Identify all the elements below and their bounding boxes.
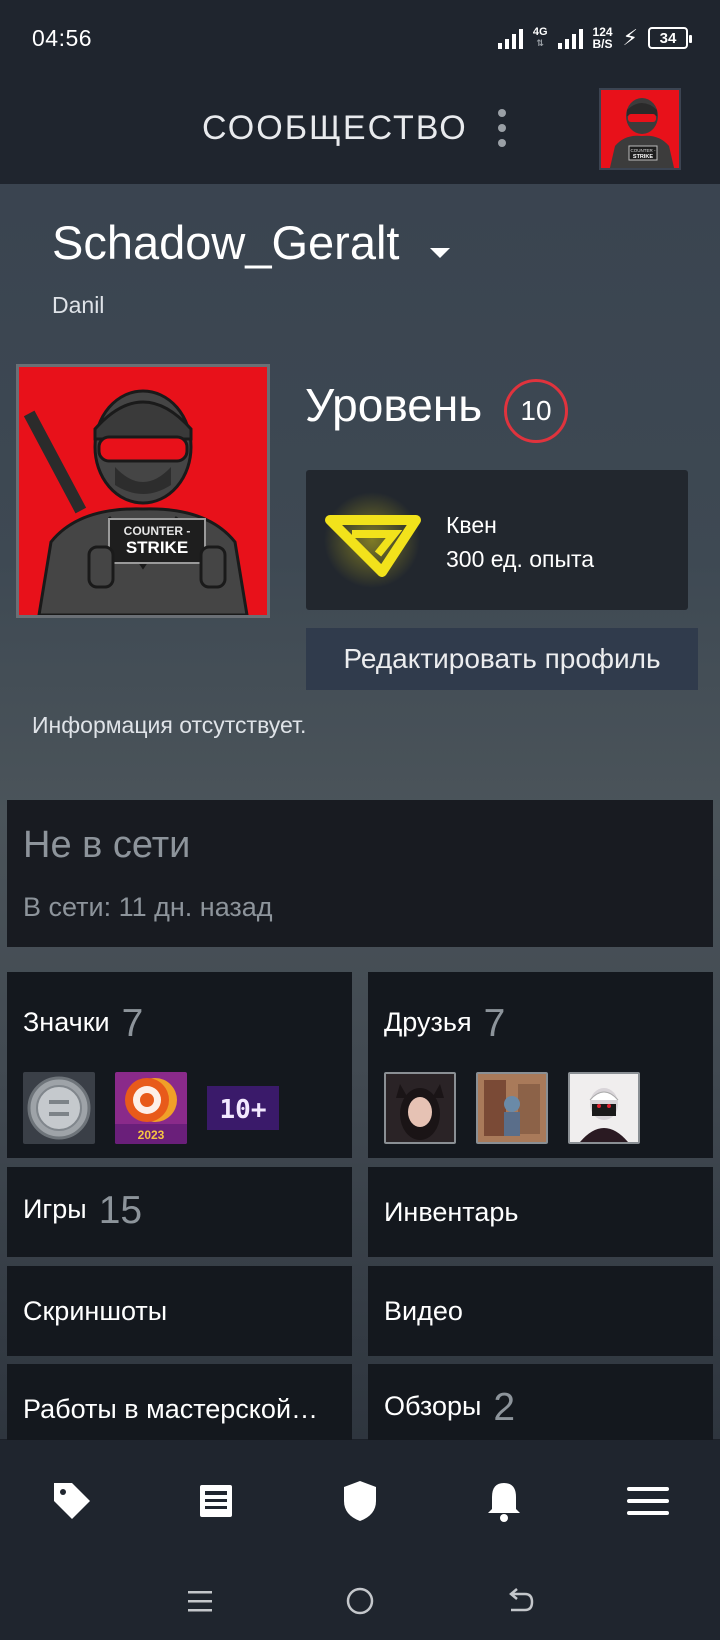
badge-steam-2023-icon[interactable]: 2023 (115, 1072, 187, 1144)
profile-avatar: COUNTER - STRIKE (16, 364, 270, 618)
last-online: В сети: 11 дн. назад (23, 892, 273, 922)
bell-icon[interactable] (464, 1461, 544, 1541)
home-icon[interactable] (330, 1571, 390, 1631)
quen-sign-icon (324, 492, 421, 588)
network-type: 4G ⇅ (532, 26, 548, 49)
games-tile[interactable]: Игры 15 (7, 1167, 352, 1257)
featured-badge-card[interactable]: Квен 300 ед. опыта (306, 470, 688, 610)
status-time: 04:56 (32, 24, 93, 51)
reviews-label: Обзоры (384, 1391, 482, 1422)
inventory-tile[interactable]: Инвентарь (368, 1167, 713, 1257)
shield-icon[interactable] (320, 1461, 400, 1541)
svg-text:COUNTER -: COUNTER - (124, 524, 191, 538)
chevron-down-icon[interactable] (430, 248, 450, 258)
profile-username[interactable]: Schadow_Geralt (52, 215, 399, 270)
badges-tile[interactable]: Значки 7 2023 10+ (7, 972, 352, 1158)
workshop-tile[interactable]: Работы в мастерской… (7, 1364, 352, 1440)
friends-thumbs (384, 1072, 640, 1144)
net-speed: 124 B/S (592, 25, 613, 51)
videos-tile[interactable]: Видео (368, 1266, 713, 1356)
avatar-image: COUNTER - STRIKE (601, 90, 679, 168)
badge-years-icon[interactable]: 10+ (207, 1072, 279, 1144)
games-count: 15 (98, 1189, 143, 1232)
page-title: СООБЩЕСТВО (202, 109, 468, 147)
svg-text:2023: 2023 (138, 1128, 165, 1142)
friend-avatar[interactable] (476, 1072, 548, 1144)
online-state: Не в сети (23, 824, 191, 866)
inventory-label: Инвентарь (384, 1197, 519, 1227)
reviews-count: 2 (493, 1386, 516, 1429)
games-label: Игры (23, 1194, 87, 1225)
friend-avatar[interactable] (568, 1072, 640, 1144)
status-bar: 04:56 4G ⇅ 124 B/S ⚡ 34 (0, 0, 720, 76)
badges-label: Значки (23, 1007, 110, 1038)
recent-apps-icon[interactable] (170, 1571, 230, 1631)
svg-text:COUNTER -: COUNTER - (631, 148, 656, 153)
svg-text:10+: 10+ (220, 1095, 267, 1125)
level-label: Уровень (305, 379, 483, 431)
screenshots-label: Скриншоты (23, 1296, 168, 1326)
svg-text:STRIKE: STRIKE (126, 538, 188, 557)
news-icon[interactable] (176, 1461, 256, 1541)
online-status-card: Не в сети В сети: 11 дн. назад (7, 800, 713, 947)
workshop-label: Работы в мастерской… (23, 1394, 319, 1424)
more-options-icon[interactable] (492, 109, 512, 147)
friend-avatar[interactable] (384, 1072, 456, 1144)
badge-xp: 300 ед. опыта (446, 546, 595, 572)
tag-icon[interactable] (32, 1461, 112, 1541)
status-indicators: 4G ⇅ 124 B/S ⚡ 34 (497, 25, 692, 51)
friends-label: Друзья (384, 1007, 472, 1038)
svg-text:STRIKE: STRIKE (633, 154, 654, 160)
battery-icon: 34 (648, 27, 692, 49)
badge-name: Квен (446, 512, 497, 538)
videos-label: Видео (384, 1296, 463, 1326)
header-avatar[interactable]: COUNTER - STRIKE (599, 88, 681, 170)
charging-icon: ⚡ (622, 25, 638, 50)
profile-summary: Информация отсутствует. (32, 712, 307, 738)
back-icon[interactable] (490, 1571, 550, 1631)
menu-icon[interactable] (608, 1461, 688, 1541)
badges-count: 7 (121, 1002, 144, 1045)
badge-coin-icon[interactable] (23, 1072, 95, 1144)
screenshots-tile[interactable]: Скриншоты (7, 1266, 352, 1356)
reviews-tile[interactable]: Обзоры 2 (368, 1364, 713, 1440)
badges-thumbs: 2023 10+ (23, 1072, 279, 1144)
level-badge[interactable]: 10 (504, 379, 568, 443)
bottom-navigation (0, 1440, 720, 1562)
profile-real-name: Danil (52, 292, 105, 318)
system-navigation (0, 1562, 720, 1640)
edit-profile-button[interactable]: Редактировать профиль (306, 628, 698, 690)
signal-icon-secondary (557, 27, 583, 49)
friends-count: 7 (483, 1002, 506, 1045)
friends-tile[interactable]: Друзья 7 (368, 972, 713, 1158)
signal-icon (497, 27, 523, 49)
avatar-image: COUNTER - STRIKE (19, 367, 267, 615)
app-header: СООБЩЕСТВО COUNTER - STRIKE (0, 76, 720, 184)
